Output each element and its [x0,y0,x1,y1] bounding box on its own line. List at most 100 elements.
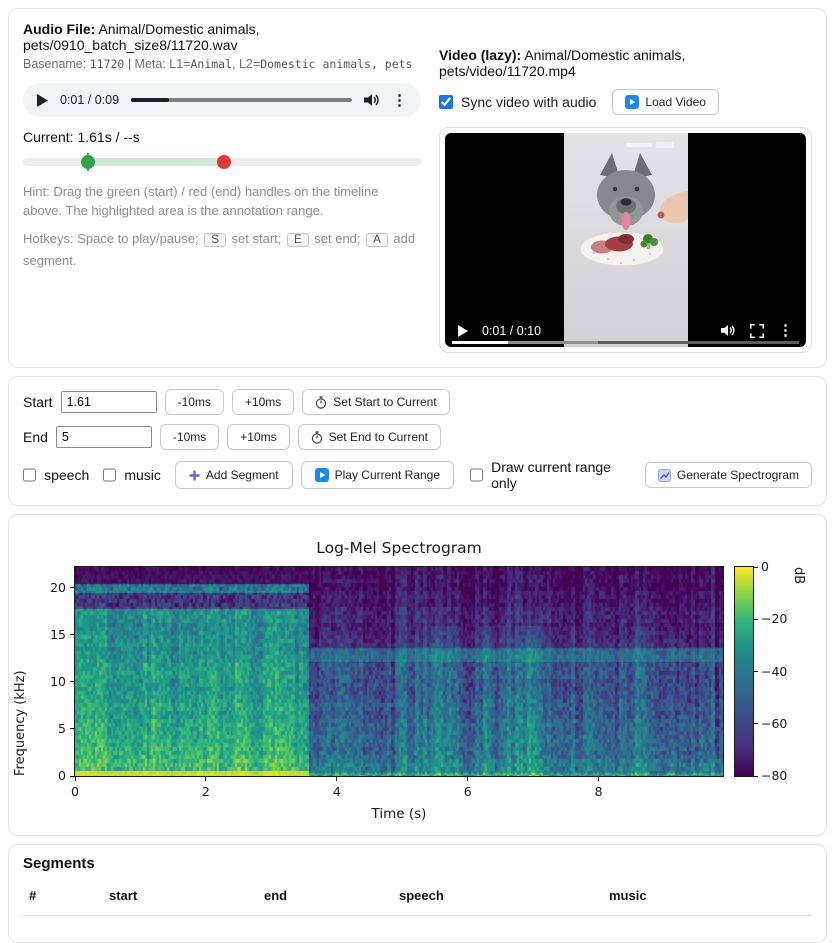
play-current-range-button[interactable]: Play Current Range [300,461,455,489]
segments-col-speech: speech [399,888,444,903]
colorbar-tick-label: −40 [761,663,788,679]
x-tick-mark [598,777,600,781]
draw-range-checkbox[interactable] [470,468,484,482]
load-video-label: Load Video [645,95,706,109]
add-segment-button[interactable]: Add Segment [174,461,293,489]
segments-col-start: start [109,888,138,903]
x-tick-label: 2 [201,784,210,799]
colorbar-tick-mark [754,723,758,725]
media-card: Audio File: Animal/Domestic animals, pet… [8,8,827,368]
audio-menu-button[interactable]: ⋮ [392,93,407,108]
video-fullscreen-icon[interactable] [750,323,764,338]
segments-card: Segments # start end speech music [8,844,827,943]
hotkeys-prefix: Hotkeys: Space to play/pause; [23,230,199,246]
colorbar [734,566,754,777]
start-input[interactable] [60,391,157,413]
end-label: End [23,429,48,445]
generate-spectrogram-label: Generate Spectrogram [676,468,799,482]
hotkeys-hint: Hotkeys: Space to play/pause; S set star… [23,228,421,273]
end-handle[interactable] [217,155,231,169]
end-plus-10ms-button[interactable]: +10ms [227,424,290,450]
video-seekbar[interactable] [452,340,799,344]
video-volume-icon[interactable] [721,324,736,337]
plus-icon [189,470,200,481]
spectrogram-card: Log-Mel Spectrogram Frequency (kHz) Time… [8,514,827,836]
hotkey-s: S [204,232,226,247]
audio-panel: Audio File: Animal/Domestic animals, pet… [23,21,421,353]
audio-progress-fill [131,98,169,102]
annotation-timeline[interactable] [23,153,421,171]
y-tick-mark [70,728,74,730]
y-axis-label: Frequency (kHz) [13,670,28,776]
audio-seekbar[interactable] [131,98,352,102]
chart-title: Log-Mel Spectrogram [316,539,482,557]
y-tick-mark [70,775,74,777]
annotation-range [87,158,224,166]
start-plus-10ms-button[interactable]: +10ms [231,389,295,415]
audio-time: 0:01 / 0:09 [60,93,120,107]
start-minus-10ms-button[interactable]: -10ms [164,389,224,415]
y-tick-label: 5 [58,720,66,736]
load-video-button[interactable]: Load Video [612,89,719,115]
start-label: Start [23,394,53,410]
add-segment-label: Add Segment [205,468,279,482]
hotkeys-set-start: set start; [227,230,285,246]
load-video-icon [625,95,640,109]
y-tick-mark [70,634,74,636]
segments-table-header: # start end speech music [23,888,812,916]
stopwatch-icon [315,395,327,409]
start-handle[interactable] [80,155,95,169]
hotkeys-set-end: set end; [310,230,365,246]
y-tick-label: 20 [50,579,66,595]
video-time: 0:01 / 0:10 [482,323,542,338]
video-player-shell: 0:01 / 0:10 ⋮ [439,127,812,353]
video-panel: Video (lazy): Animal/Domestic animals, p… [439,47,812,353]
end-row: End -10ms +10ms Set End to Current [23,424,812,450]
x-tick-label: 4 [332,784,341,799]
x-tick-mark [467,777,469,781]
generate-spectrogram-button[interactable]: Generate Spectrogram [644,462,812,488]
audio-player[interactable]: 0:01 / 0:09 ⋮ [23,83,421,117]
video-frame [563,133,688,347]
set-start-to-current-button[interactable]: Set Start to Current [302,389,450,415]
x-tick-label: 8 [594,784,603,799]
basename-value: 11720 [89,57,125,71]
video-file-label: Video (lazy): [439,47,522,63]
video-menu-button[interactable]: ⋮ [778,323,793,338]
meta-l2-label: , L2= [232,57,261,71]
colorbar-tick-mark [754,566,758,568]
audio-file-label: Audio File: [23,21,96,37]
start-row: Start -10ms +10ms Set Start to Current [23,389,812,415]
y-tick-label: 15 [50,626,66,642]
set-end-to-current-button[interactable]: Set End to Current [297,424,442,450]
start-minus-10ms-label: -10ms [177,395,211,409]
segment-actions-row: speech music Add Segment Play Current Ra… [23,459,812,491]
play-range-icon [314,468,329,482]
end-input[interactable] [55,426,152,448]
x-axis-label: Time (s) [371,806,427,822]
colorbar-tick-label: −80 [761,768,788,783]
spectrogram-chart: Log-Mel Spectrogram Frequency (kHz) Time… [9,523,826,825]
basename-label: Basename: [23,57,90,71]
speech-checkbox[interactable] [23,468,37,482]
hotkey-e: E [286,232,309,247]
segments-col-end: end [264,888,288,903]
audio-play-button[interactable] [37,93,48,107]
sync-video-checkbox[interactable] [439,95,453,109]
hotkey-a: A [366,232,388,247]
range-controls-card: Start -10ms +10ms Set Start to Current E… [8,376,827,506]
end-minus-10ms-label: -10ms [172,430,207,444]
x-tick-mark [205,777,207,781]
play-range-label: Play Current Range [334,468,441,482]
colorbar-label: dB [791,567,806,585]
start-plus-10ms-label: +10ms [244,395,282,409]
music-checkbox[interactable] [103,468,117,482]
colorbar-tick-label: −60 [761,715,788,731]
volume-icon[interactable] [364,93,380,107]
set-start-label: Set Start to Current [333,395,437,409]
end-minus-10ms-button[interactable]: -10ms [159,424,220,450]
video-play-button[interactable] [458,324,468,337]
stopwatch-icon [311,430,323,444]
spectrogram-heatmap [74,566,724,777]
video-player[interactable]: 0:01 / 0:10 ⋮ [445,133,806,347]
